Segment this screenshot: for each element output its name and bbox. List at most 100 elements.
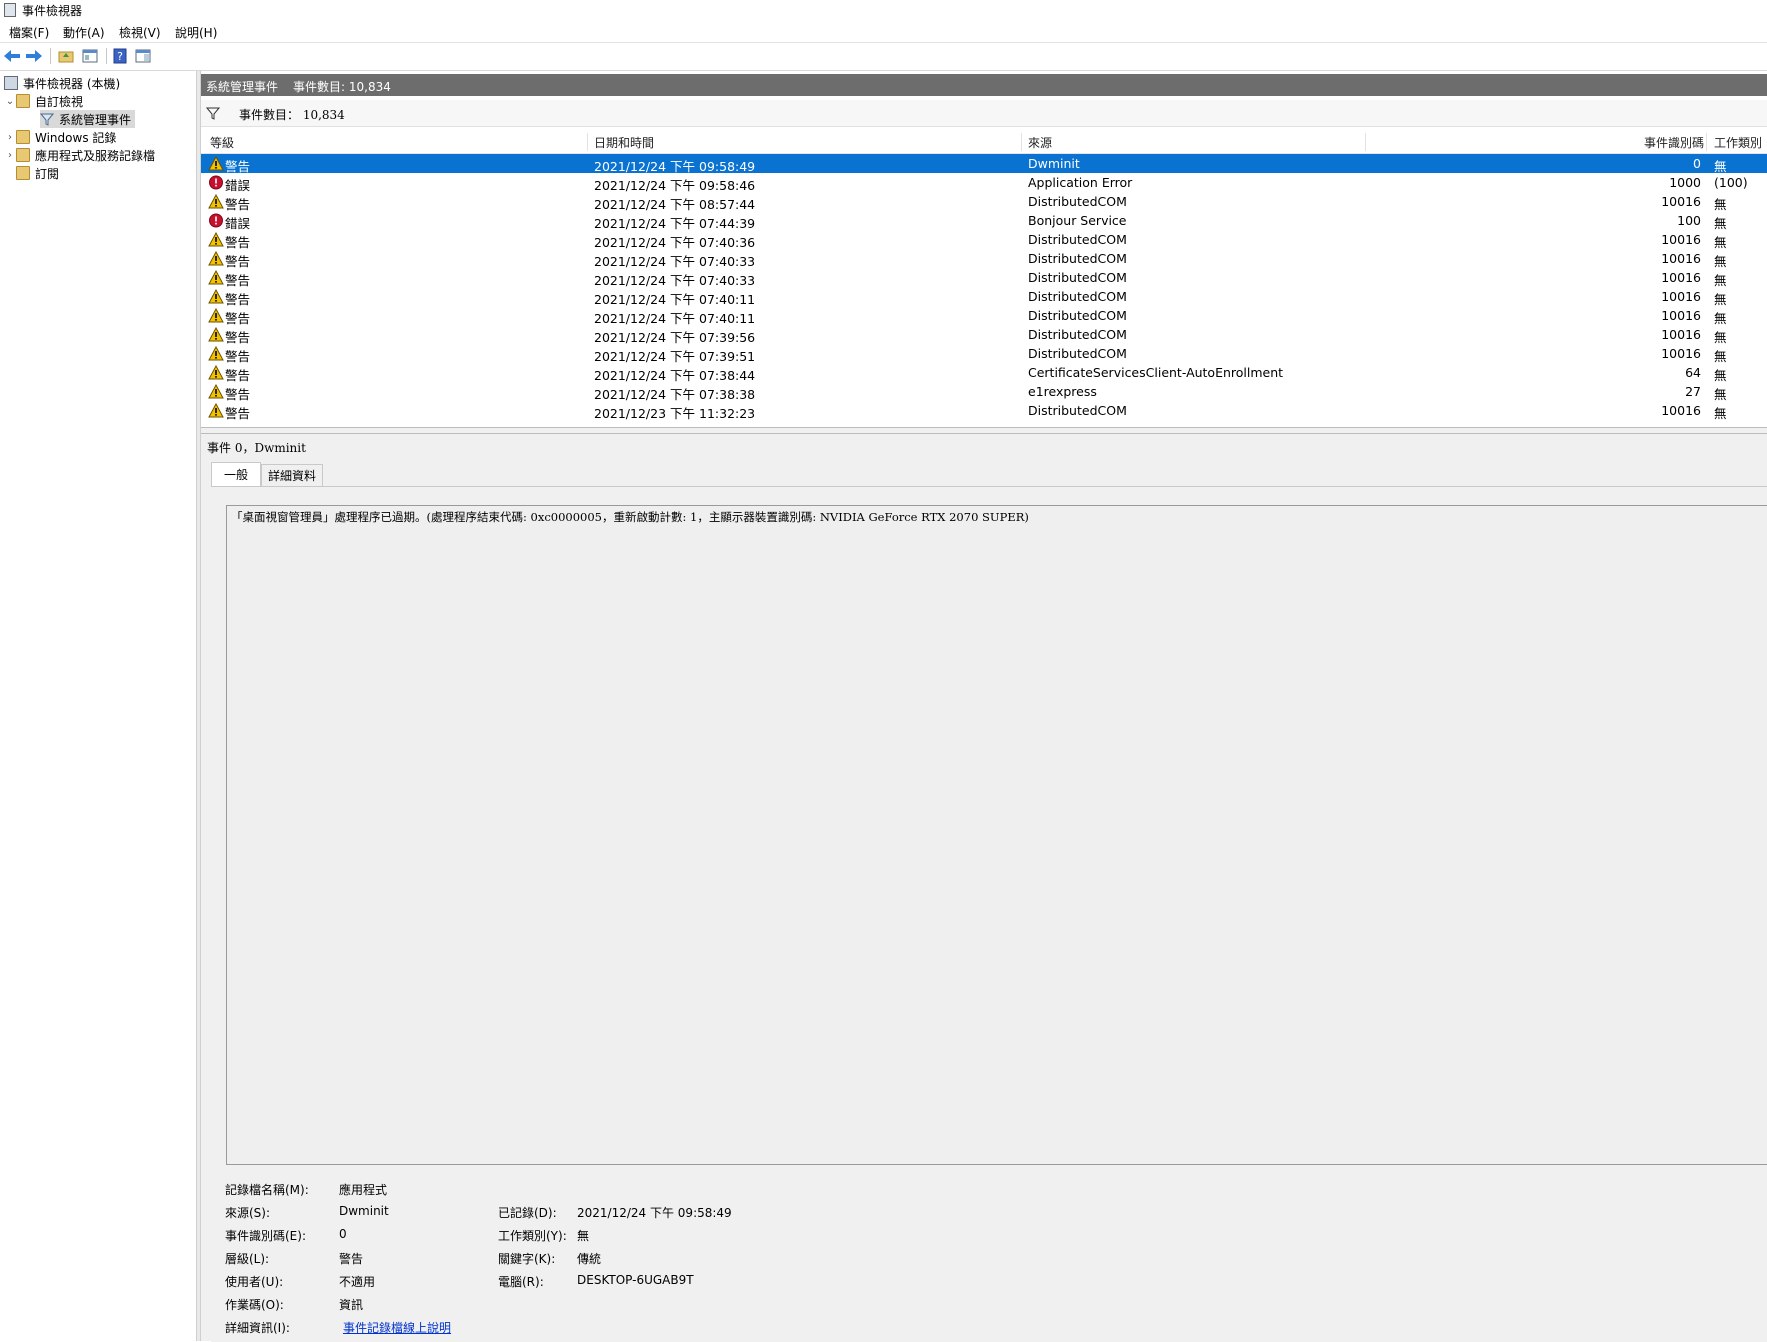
table-row[interactable]: 警告 2021/12/24 下午 07:38:44 CertificateServi… <box>201 363 1767 383</box>
event-log-online-help-link[interactable]: 事件記錄檔線上說明 <box>343 1319 451 1336</box>
table-row[interactable]: 錯誤 2021/12/24 下午 09:58:46 Application Erro… <box>201 173 1767 193</box>
folder-icon <box>16 94 30 108</box>
view-event-count: 事件數目: 10,834 <box>293 80 391 94</box>
back-icon[interactable] <box>2 47 22 65</box>
table-row[interactable]: 警告 2021/12/24 下午 08:57:44 DistributedCOM 10… <box>201 192 1767 212</box>
column-header-level[interactable]: 等級 <box>210 134 234 151</box>
table-row[interactable]: 警告 2021/12/24 下午 07:39:56 DistributedCOM 10… <box>201 325 1767 345</box>
cell-level: 警告 <box>225 406 251 421</box>
table-row[interactable]: 警告 2021/12/24 下午 09:58:49 Dwminit 0 無 <box>201 154 1767 174</box>
prop-task-label: 工作類別(Y): <box>498 1229 567 1243</box>
table-row[interactable]: 警告 2021/12/24 下午 07:40:11 DistributedCOM 10… <box>201 287 1767 307</box>
table-row[interactable]: 警告 2021/12/24 下午 07:39:51 DistributedCOM 10… <box>201 344 1767 364</box>
prop-computer-label: 電腦(R): <box>498 1275 544 1289</box>
table-row[interactable]: 錯誤 2021/12/24 下午 07:44:39 Bonjour Service 1… <box>201 211 1767 231</box>
prop-opcode-value: 資訊 <box>339 1298 364 1312</box>
cell-event-id: 10016 <box>1661 308 1701 323</box>
tree-item-admin-events[interactable]: 系統管理事件 <box>39 110 136 128</box>
properties-icon[interactable] <box>80 47 100 65</box>
warning-icon <box>208 250 224 266</box>
prop-user-value: 不適用 <box>339 1275 376 1289</box>
chevron-down-icon[interactable]: ⌄ <box>4 96 16 107</box>
menu-bar: 檔案(F) 動作(A) 檢視(V) 說明(H) <box>0 20 1767 43</box>
table-row[interactable]: 警告 2021/12/24 下午 07:40:11 DistributedCOM 10… <box>201 306 1767 326</box>
tree-label-app-service-logs: 應用程式及服務記錄檔 <box>35 148 156 163</box>
prop-logged-value: 2021/12/24 下午 09:58:49 <box>577 1206 732 1220</box>
menu-view[interactable]: 檢視(V) <box>119 24 161 41</box>
filter-count-label: 事件數目： 10,834 <box>239 108 345 122</box>
view-header-bar: 系統管理事件 事件數目: 10,834 <box>201 74 1767 96</box>
table-row[interactable]: 警告 2021/12/24 下午 07:40:33 DistributedCOM 10… <box>201 249 1767 269</box>
folder-icon <box>16 148 30 162</box>
tree-label-admin-events: 系統管理事件 <box>59 112 132 127</box>
tree-item-root[interactable]: 事件檢視器 (本機) <box>4 74 120 92</box>
prop-keywords-value: 傳統 <box>577 1252 602 1266</box>
tree-item-subscriptions[interactable]: 訂閱 <box>16 164 59 182</box>
cell-event-id: 10016 <box>1661 194 1701 209</box>
cell-event-id: 0 <box>1693 156 1701 171</box>
cell-source: Bonjour Service <box>1028 213 1127 228</box>
cell-task: 無 <box>1714 406 1727 421</box>
warning-icon <box>208 345 224 361</box>
prop-keywords-label: 關鍵字(K): <box>498 1252 556 1266</box>
prop-computer-value: DESKTOP-6UGAB9T <box>577 1273 694 1287</box>
menu-action[interactable]: 動作(A) <box>63 24 105 41</box>
tree-label-custom-views: 自訂檢視 <box>35 94 84 109</box>
prop-user-label: 使用者(U): <box>225 1275 284 1289</box>
menu-file[interactable]: 檔案(F) <box>9 24 49 41</box>
event-detail-title: 事件 0，Dwminit <box>207 441 306 455</box>
chevron-right-icon[interactable]: › <box>4 150 16 161</box>
warning-icon <box>208 269 224 285</box>
table-row[interactable]: 警告 2021/12/24 下午 07:38:38 e1rexpress 27 無 <box>201 382 1767 402</box>
warning-icon <box>208 383 224 399</box>
navigation-tree: 事件檢視器 (本機) ⌄ 自訂檢視 系統管理事件 › Windows 記錄 › … <box>0 71 196 1341</box>
tab-general[interactable]: 一般 <box>211 462 261 486</box>
table-row[interactable]: 警告 2021/12/24 下午 07:40:36 DistributedCOM 10… <box>201 230 1767 250</box>
cell-event-id: 10016 <box>1661 289 1701 304</box>
column-header-event-id[interactable]: 事件識別碼 <box>1644 134 1704 151</box>
column-header-datetime[interactable]: 日期和時間 <box>594 134 654 151</box>
tree-item-windows-logs[interactable]: › Windows 記錄 <box>4 128 116 146</box>
subscriptions-icon <box>16 166 30 180</box>
tree-item-app-service-logs[interactable]: › 應用程式及服務記錄檔 <box>4 146 155 164</box>
tab-details[interactable]: 詳細資料 <box>261 464 323 486</box>
warning-icon <box>208 307 224 323</box>
prop-opcode-label: 作業碼(O): <box>225 1298 284 1312</box>
warning-icon <box>208 326 224 342</box>
tree-label-root: 事件檢視器 (本機) <box>23 76 121 91</box>
cell-event-id: 10016 <box>1661 270 1701 285</box>
prop-level-label: 層級(L): <box>225 1252 270 1266</box>
tree-item-custom-views[interactable]: ⌄ 自訂檢視 <box>4 92 83 110</box>
cell-event-id: 10016 <box>1661 251 1701 266</box>
show-pane-icon[interactable] <box>133 47 153 65</box>
cell-event-id: 27 <box>1685 384 1701 399</box>
column-header-task[interactable]: 工作類別 <box>1714 134 1762 151</box>
forward-icon[interactable] <box>24 47 44 65</box>
prop-log-name-value: 應用程式 <box>339 1183 388 1197</box>
table-row[interactable]: 警告 2021/12/23 下午 11:32:23 DistributedCOM 10… <box>201 401 1767 421</box>
cell-source: DistributedCOM <box>1028 270 1127 285</box>
view-title: 系統管理事件 <box>206 80 279 94</box>
chevron-right-icon[interactable]: › <box>4 132 16 143</box>
event-table-header: 等級 日期和時間 來源 事件識別碼 工作類別 <box>201 131 1767 154</box>
prop-event-id-value: 0 <box>339 1227 347 1241</box>
error-icon <box>208 175 224 190</box>
help-icon[interactable]: ? <box>110 47 130 65</box>
filter-bar: 事件數目： 10,834 <box>201 100 1767 127</box>
prop-level-value: 警告 <box>339 1252 364 1266</box>
warning-icon <box>208 364 224 380</box>
cell-source: DistributedCOM <box>1028 289 1127 304</box>
folder-up-icon[interactable] <box>56 47 76 65</box>
prop-logged-label: 已記錄(D): <box>498 1206 557 1220</box>
event-description-box[interactable]: 「桌面視窗管理員」處理程序已過期。(處理程序結束代碼: 0xc0000005，重… <box>226 505 1767 1165</box>
table-row[interactable]: 警告 2021/12/24 下午 07:40:33 DistributedCOM 10… <box>201 268 1767 288</box>
tree-label-windows-logs: Windows 記錄 <box>35 130 117 145</box>
column-header-source[interactable]: 來源 <box>1028 134 1052 151</box>
cell-source: DistributedCOM <box>1028 327 1127 342</box>
tree-label-subscriptions: 訂閱 <box>35 166 60 181</box>
horizontal-splitter[interactable] <box>201 427 1767 434</box>
cell-source: Dwminit <box>1028 156 1080 171</box>
menu-help[interactable]: 說明(H) <box>175 24 217 41</box>
event-viewer-app-icon <box>4 3 16 17</box>
filter-icon <box>39 112 55 126</box>
